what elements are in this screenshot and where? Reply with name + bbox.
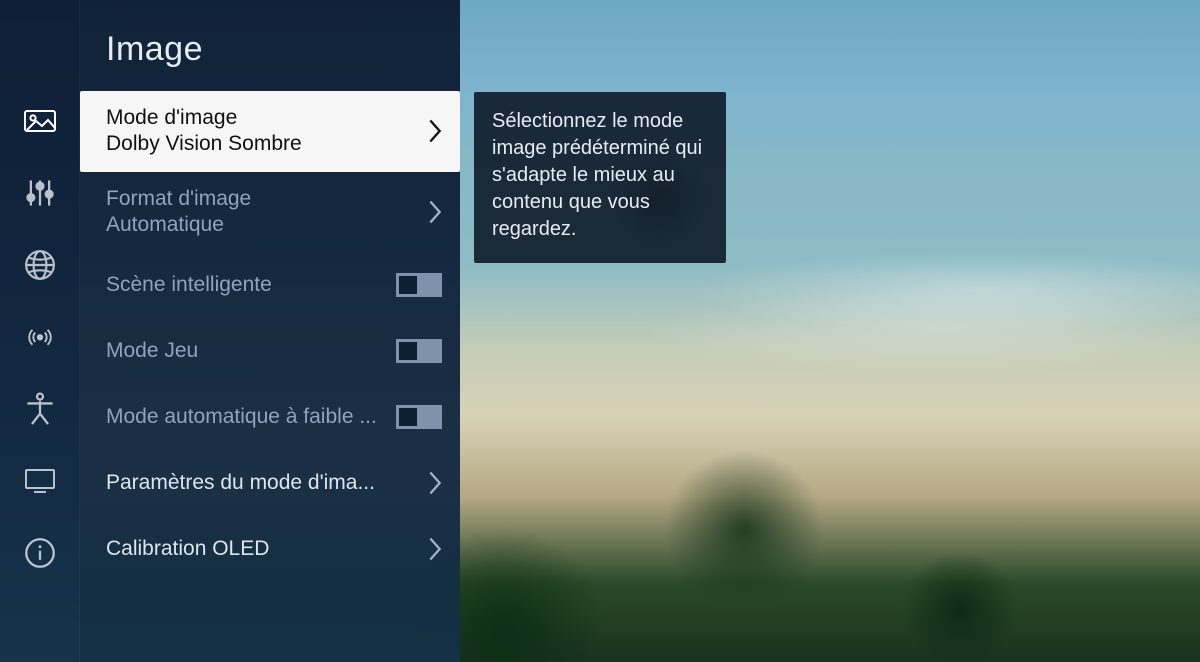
category-rail: [0, 0, 80, 662]
menu-item-picture-format[interactable]: Format d'image Automatique: [80, 172, 460, 253]
menu-item-game-mode[interactable]: Mode Jeu: [80, 318, 460, 384]
menu-item-label: Calibration OLED: [106, 536, 418, 562]
broadcast-icon[interactable]: [24, 321, 56, 353]
chevron-right-icon: [428, 117, 442, 145]
menu-item-label: Paramètres du mode d'ima...: [106, 470, 418, 496]
info-icon[interactable]: [24, 537, 56, 569]
globe-icon[interactable]: [24, 249, 56, 281]
toggle-switch[interactable]: [396, 339, 442, 363]
menu-item-label: Format d'image: [106, 187, 251, 210]
menu-item-picture-mode-settings[interactable]: Paramètres du mode d'ima...: [80, 450, 460, 516]
help-tooltip: Sélectionnez le mode image prédéterminé …: [474, 92, 726, 263]
toggle-knob: [399, 276, 417, 294]
tv-settings-screen: Image Mode d'image Dolby Vision Sombre F…: [0, 0, 1200, 662]
menu-item-value: Automatique: [106, 212, 418, 238]
chevron-right-icon: [428, 469, 442, 497]
menu-item-label: Mode d'image: [106, 106, 237, 129]
accessibility-icon[interactable]: [24, 393, 56, 425]
settings-panel: Image Mode d'image Dolby Vision Sombre F…: [80, 0, 460, 662]
menu-item-smart-scene[interactable]: Scène intelligente: [80, 252, 460, 318]
menu-item-label: Scène intelligente: [106, 272, 386, 298]
image-icon[interactable]: [24, 105, 56, 137]
display-icon[interactable]: [24, 465, 56, 497]
menu-item-label-group: Mode d'image Dolby Vision Sombre: [106, 105, 418, 158]
menu-item-label: Mode Jeu: [106, 338, 386, 364]
menu-item-label: Mode automatique à faible ...: [106, 404, 386, 430]
sliders-icon[interactable]: [24, 177, 56, 209]
menu-item-label-group: Format d'image Automatique: [106, 186, 418, 239]
menu-item-picture-mode[interactable]: Mode d'image Dolby Vision Sombre: [80, 91, 460, 172]
chevron-right-icon: [428, 198, 442, 226]
toggle-switch[interactable]: [396, 273, 442, 297]
chevron-right-icon: [428, 535, 442, 563]
toggle-knob: [399, 342, 417, 360]
menu-item-value: Dolby Vision Sombre: [106, 131, 418, 157]
menu-item-auto-low-mode[interactable]: Mode automatique à faible ...: [80, 384, 460, 450]
toggle-switch[interactable]: [396, 405, 442, 429]
tooltip-text: Sélectionnez le mode image prédéterminé …: [492, 110, 702, 240]
menu-item-oled-calibration[interactable]: Calibration OLED: [80, 516, 460, 582]
toggle-knob: [399, 408, 417, 426]
panel-title: Image: [80, 0, 460, 91]
